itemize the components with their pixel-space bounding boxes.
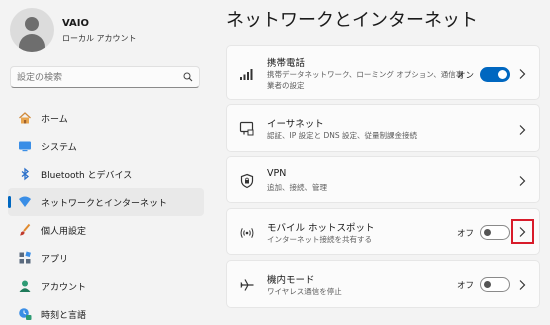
card-subtitle: ワイヤレス通信を停止 — [267, 287, 342, 296]
mobile-hotspot-card[interactable]: モバイル ホットスポット インターネット接続を共有する オフ — [226, 208, 540, 255]
cellular-toggle[interactable] — [480, 67, 510, 82]
home-icon — [19, 112, 31, 124]
card-title: 機内モード — [267, 275, 315, 286]
cellular-icon — [240, 69, 253, 80]
ethernet-icon — [239, 121, 254, 136]
account-type: ローカル アカウント — [62, 34, 137, 43]
chevron-right-icon[interactable] — [517, 124, 527, 136]
sidebar-item-personalization[interactable]: 個人用設定 — [8, 216, 204, 244]
sidebar-item-network[interactable]: ネットワークとインターネット — [8, 188, 204, 216]
user-profile[interactable]: VAIO ローカル アカウント — [10, 8, 210, 52]
mobile-hotspot-toggle[interactable] — [480, 225, 510, 240]
active-indicator — [8, 196, 11, 208]
cellular-card[interactable]: 携帯電話 携帯データネットワーク、ローミング オプション、通信事 業者の設定 オ… — [226, 45, 540, 100]
status-label: オン — [457, 71, 475, 81]
vpn-shield-icon — [240, 173, 254, 189]
airplane-mode-card[interactable]: 機内モード ワイヤレス通信を停止 オフ — [226, 260, 540, 308]
sidebar-item-home[interactable]: ホーム — [8, 104, 204, 132]
hotspot-icon — [240, 228, 254, 238]
sidebar: VAIO ローカル アカウント ホーム システム — [0, 0, 212, 325]
sidebar-item-label: ネットワークとインターネット — [41, 199, 168, 209]
chevron-right-icon[interactable] — [517, 226, 527, 238]
sidebar-item-system[interactable]: システム — [8, 132, 204, 160]
card-subtitle: 認証、IP 設定と DNS 設定、従量制課金接続 — [267, 131, 418, 140]
status-label: オフ — [457, 229, 475, 239]
time-language-icon — [19, 308, 32, 320]
sidebar-item-time-language[interactable]: 時刻と言語 — [8, 300, 204, 325]
network-icon — [19, 196, 31, 207]
account-icon — [19, 280, 31, 292]
system-icon — [19, 141, 31, 152]
ethernet-card[interactable]: イーサネット 認証、IP 設定と DNS 設定、従量制課金接続 — [226, 104, 540, 152]
search-icon[interactable] — [183, 72, 193, 82]
card-title: 携帯電話 — [267, 58, 306, 69]
card-subtitle: 携帯データネットワーク、ローミング オプション、通信事 — [267, 70, 464, 79]
bluetooth-icon — [21, 167, 30, 181]
page-title: ネットワークとインターネット — [226, 10, 478, 31]
search-input[interactable] — [17, 70, 177, 85]
chevron-right-icon[interactable] — [517, 175, 527, 187]
sidebar-item-label: Bluetooth とデバイス — [41, 171, 133, 181]
sidebar-item-label: 時刻と言語 — [41, 311, 87, 321]
sidebar-nav: ホーム システム Bluetooth とデバイス ネットワークとインターネット — [8, 104, 204, 325]
avatar[interactable] — [10, 8, 54, 52]
user-name: VAIO — [62, 18, 90, 29]
search-box[interactable] — [10, 66, 200, 88]
card-title: VPN — [267, 168, 287, 179]
card-title: モバイル ホットスポット — [267, 223, 375, 234]
sidebar-item-label: アカウント — [41, 283, 87, 293]
sidebar-item-label: 個人用設定 — [41, 227, 87, 237]
card-subtitle: インターネット接続を共有する — [267, 235, 372, 244]
sidebar-item-bluetooth[interactable]: Bluetooth とデバイス — [8, 160, 204, 188]
chevron-right-icon[interactable] — [517, 68, 527, 80]
apps-icon — [19, 251, 31, 264]
sidebar-item-apps[interactable]: アプリ — [8, 244, 204, 272]
card-subtitle: 追加、接続、管理 — [267, 183, 327, 192]
sidebar-item-label: ホーム — [41, 115, 68, 125]
vpn-card[interactable]: VPN 追加、接続、管理 — [226, 156, 540, 203]
sidebar-item-accounts[interactable]: アカウント — [8, 272, 204, 300]
chevron-right-icon[interactable] — [517, 279, 527, 291]
card-subtitle: 業者の設定 — [267, 81, 305, 90]
status-label: オフ — [457, 281, 475, 291]
airplane-icon — [240, 279, 254, 291]
sidebar-item-label: アプリ — [41, 255, 69, 265]
sidebar-item-label: システム — [41, 143, 77, 153]
card-title: イーサネット — [267, 119, 324, 130]
personalization-icon — [20, 223, 31, 236]
airplane-mode-toggle[interactable] — [480, 277, 510, 292]
